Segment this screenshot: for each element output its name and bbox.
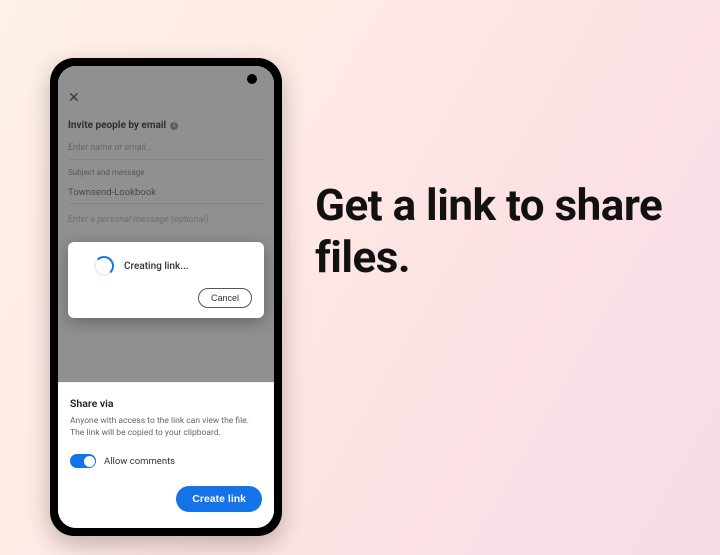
allow-comments-toggle[interactable] (70, 454, 96, 468)
create-link-button[interactable]: Create link (176, 486, 262, 512)
phone-screen: ✕ Invite people by email i Enter name or… (58, 66, 274, 528)
creating-link-status: Creating link... (124, 261, 189, 272)
promo-headline: Get a link to share files. (315, 180, 695, 284)
share-via-description: Anyone with access to the link can view … (70, 416, 262, 440)
cancel-button[interactable]: Cancel (198, 288, 252, 308)
share-via-sheet: Share via Anyone with access to the link… (58, 382, 274, 528)
spinner-icon (94, 256, 114, 276)
phone-camera-cutout (247, 74, 257, 84)
share-via-title: Share via (70, 397, 262, 410)
allow-comments-label: Allow comments (104, 456, 175, 467)
phone-frame: ✕ Invite people by email i Enter name or… (50, 58, 282, 536)
creating-link-dialog: Creating link... Cancel (68, 242, 264, 318)
